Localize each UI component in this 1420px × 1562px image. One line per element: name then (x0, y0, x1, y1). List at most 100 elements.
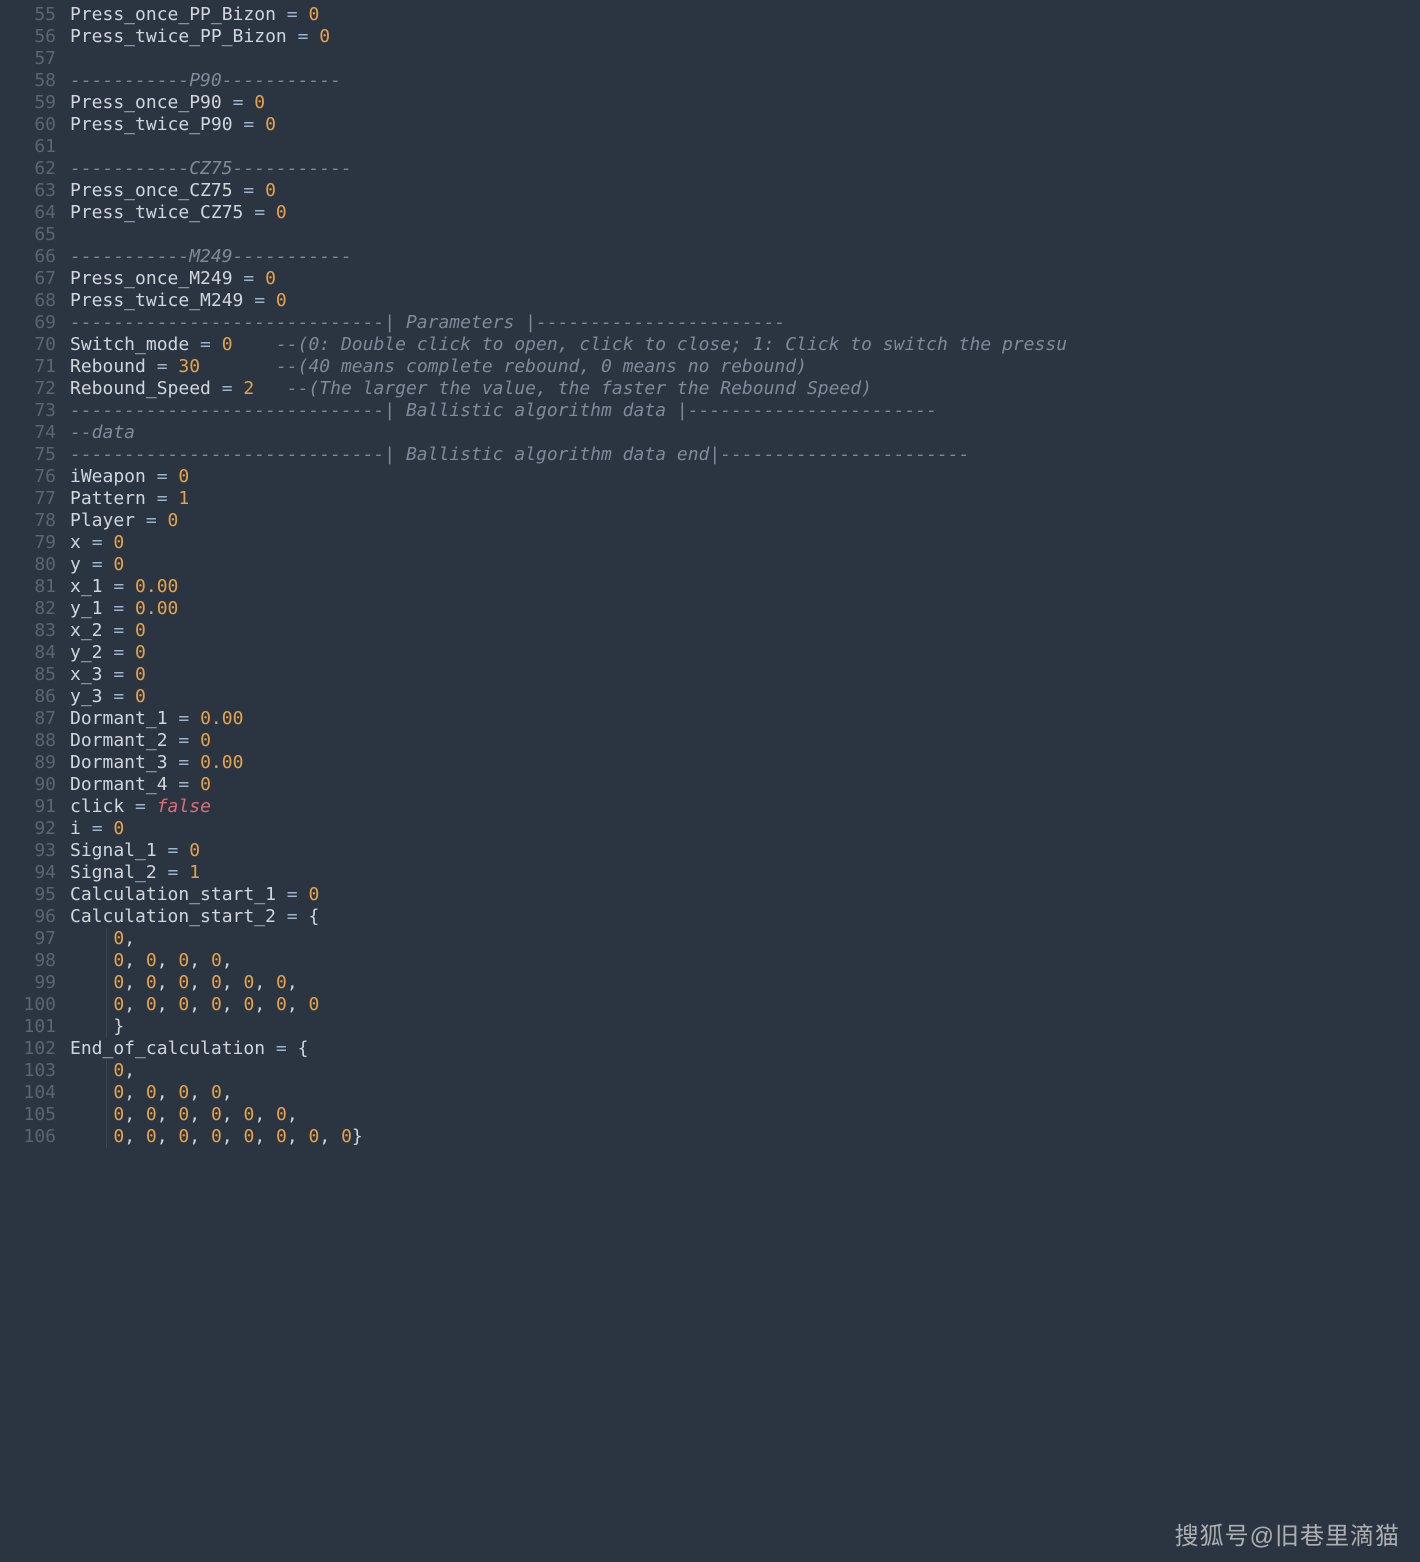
code-line[interactable]: Calculation_start_2 = { (70, 906, 1420, 928)
code-line[interactable]: iWeapon = 0 (70, 466, 1420, 488)
code-line[interactable]: Press_once_CZ75 = 0 (70, 180, 1420, 202)
code-line[interactable]: Switch_mode = 0 --(0: Double click to op… (70, 334, 1420, 356)
code-line[interactable]: -----------P90----------- (70, 70, 1420, 92)
code-line[interactable]: Press_once_PP_Bizon = 0 (70, 4, 1420, 26)
code-line[interactable]: 0, 0, 0, 0, (70, 1082, 1420, 1104)
code-line[interactable]: x = 0 (70, 532, 1420, 554)
line-number: 92 (0, 818, 70, 840)
code-line[interactable]: 0, (70, 928, 1420, 950)
code-line[interactable] (70, 48, 1420, 70)
code-line[interactable]: y = 0 (70, 554, 1420, 576)
token-num: 0 (243, 972, 254, 993)
code-line[interactable]: Press_twice_CZ75 = 0 (70, 202, 1420, 224)
token-num: 0 (200, 730, 211, 751)
token-num: 0 (265, 268, 276, 289)
code-editor[interactable]: 5556575859606162636465666768697071727374… (0, 0, 1420, 1148)
token-cm: -----------------------------| Ballistic… (70, 444, 969, 465)
line-number: 98 (0, 950, 70, 972)
code-line[interactable]: i = 0 (70, 818, 1420, 840)
code-line[interactable]: Dormant_1 = 0.00 (70, 708, 1420, 730)
line-number: 84 (0, 642, 70, 664)
code-line[interactable]: -----------------------------| Ballistic… (70, 444, 1420, 466)
token-op: = (287, 884, 309, 905)
token-op: = (178, 774, 200, 795)
code-line[interactable] (70, 136, 1420, 158)
token-op: = (92, 554, 114, 575)
code-line[interactable]: Press_twice_PP_Bizon = 0 (70, 26, 1420, 48)
line-number: 104 (0, 1082, 70, 1104)
token-num: 0 (341, 1126, 352, 1147)
code-line[interactable]: 0, 0, 0, 0, 0, 0, (70, 1104, 1420, 1126)
code-line[interactable]: --data (70, 422, 1420, 444)
token-num: 0 (276, 994, 287, 1015)
line-number: 67 (0, 268, 70, 290)
token-pn: , (157, 1082, 179, 1103)
token-id: Signal_1 (70, 840, 168, 861)
code-line[interactable]: Press_once_M249 = 0 (70, 268, 1420, 290)
code-line[interactable]: -----------M249----------- (70, 246, 1420, 268)
token-num: 0 (178, 994, 189, 1015)
code-line[interactable]: Press_once_P90 = 0 (70, 92, 1420, 114)
code-area[interactable]: Press_once_PP_Bizon = 0Press_twice_PP_Bi… (70, 0, 1420, 1148)
code-line[interactable]: x_3 = 0 (70, 664, 1420, 686)
code-line[interactable]: Pattern = 1 (70, 488, 1420, 510)
code-line[interactable]: y_1 = 0.00 (70, 598, 1420, 620)
token-id: i (70, 818, 92, 839)
code-line[interactable]: 0, 0, 0, 0, (70, 950, 1420, 972)
code-line[interactable]: Signal_1 = 0 (70, 840, 1420, 862)
token-op: = (178, 730, 200, 751)
token-pn: , (254, 1104, 276, 1125)
token-pn: , (124, 1126, 146, 1147)
code-line[interactable]: -----------------------------| Parameter… (70, 312, 1420, 334)
code-line[interactable]: } (70, 1016, 1420, 1038)
code-line[interactable]: Press_twice_P90 = 0 (70, 114, 1420, 136)
code-line[interactable]: Player = 0 (70, 510, 1420, 532)
code-line[interactable]: Signal_2 = 1 (70, 862, 1420, 884)
token-pn: , (287, 1126, 309, 1147)
token-op: = (135, 796, 157, 817)
token-op: = (298, 26, 320, 47)
code-line[interactable]: x_2 = 0 (70, 620, 1420, 642)
code-line[interactable]: 0, 0, 0, 0, 0, 0, 0, 0} (70, 1126, 1420, 1148)
token-id: Press_twice_CZ75 (70, 202, 254, 223)
token-pn: , (157, 950, 179, 971)
token-op: = (113, 620, 135, 641)
token-id: Player (70, 510, 146, 531)
code-line[interactable] (70, 224, 1420, 246)
code-line[interactable]: Dormant_3 = 0.00 (70, 752, 1420, 774)
line-number-gutter: 5556575859606162636465666768697071727374… (0, 0, 70, 1148)
code-line[interactable]: Calculation_start_1 = 0 (70, 884, 1420, 906)
token-pn: , (157, 1126, 179, 1147)
code-line[interactable]: Rebound = 30 --(40 means complete reboun… (70, 356, 1420, 378)
token-num: 0 (319, 26, 330, 47)
code-line[interactable]: Dormant_2 = 0 (70, 730, 1420, 752)
code-line[interactable]: 0, (70, 1060, 1420, 1082)
code-line[interactable]: click = false (70, 796, 1420, 818)
code-line[interactable]: Press_twice_M249 = 0 (70, 290, 1420, 312)
token-num: 0 (135, 642, 146, 663)
code-line[interactable]: Dormant_4 = 0 (70, 774, 1420, 796)
code-line[interactable]: End_of_calculation = { (70, 1038, 1420, 1060)
code-line[interactable]: -----------CZ75----------- (70, 158, 1420, 180)
line-number: 86 (0, 686, 70, 708)
line-number: 65 (0, 224, 70, 246)
code-line[interactable]: -----------------------------| Ballistic… (70, 400, 1420, 422)
code-line[interactable]: x_1 = 0.00 (70, 576, 1420, 598)
token-num: 0 (265, 180, 276, 201)
code-line[interactable]: Rebound_Speed = 2 --(The larger the valu… (70, 378, 1420, 400)
token-op: = (168, 862, 190, 883)
token-num: 0 (178, 1104, 189, 1125)
token-op: = (276, 1038, 298, 1059)
token-num: 0 (189, 840, 200, 861)
line-number: 70 (0, 334, 70, 356)
token-op: = (157, 488, 179, 509)
token-id: x_3 (70, 664, 113, 685)
token-num: 0 (146, 1126, 157, 1147)
code-line[interactable]: y_3 = 0 (70, 686, 1420, 708)
token-id: Press_twice_M249 (70, 290, 254, 311)
token-num: 0 (146, 1104, 157, 1125)
token-id: click (70, 796, 135, 817)
code-line[interactable]: 0, 0, 0, 0, 0, 0, (70, 972, 1420, 994)
code-line[interactable]: 0, 0, 0, 0, 0, 0, 0 (70, 994, 1420, 1016)
code-line[interactable]: y_2 = 0 (70, 642, 1420, 664)
